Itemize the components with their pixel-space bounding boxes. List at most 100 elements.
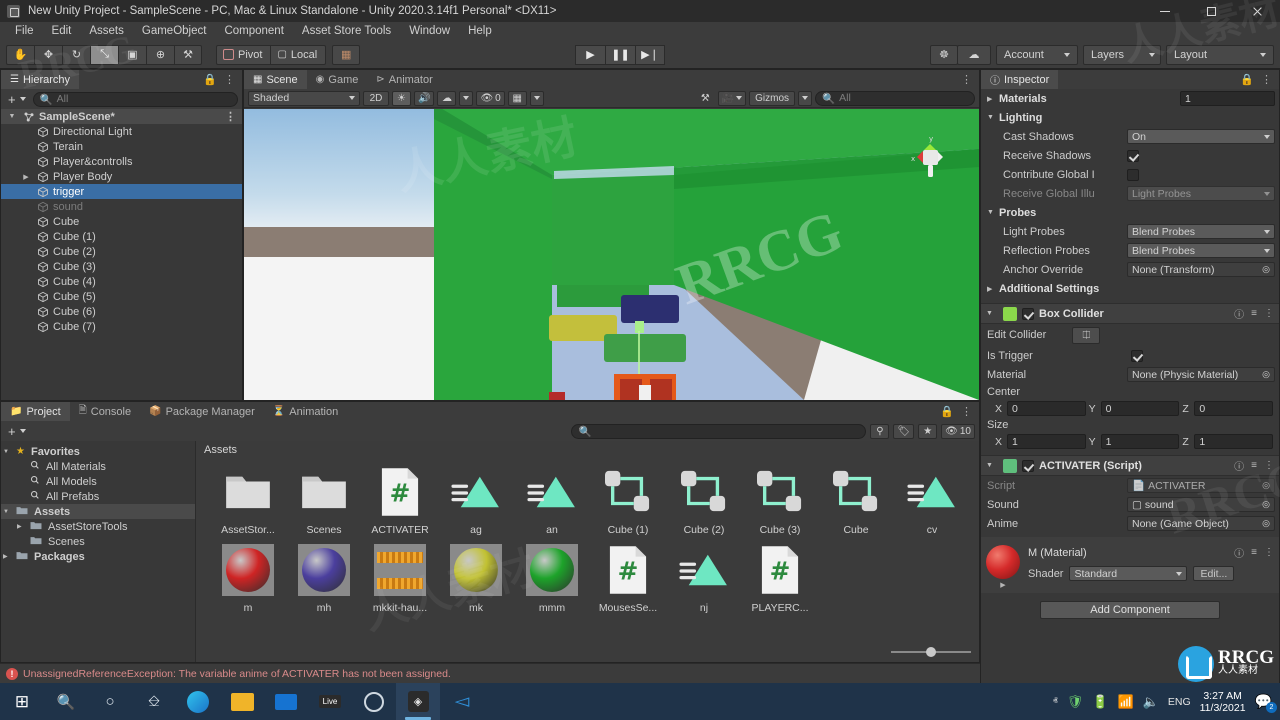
asset-item[interactable]: Cube (1) [590,464,666,536]
layers-dropdown[interactable]: Layers [1083,44,1161,65]
scene-camera-button[interactable]: 🎥 [717,90,747,106]
scene-lighting-toggle[interactable]: ☀ [392,90,411,106]
kebab-menu-icon[interactable]: ⋮ [225,110,242,123]
chevron-down-icon[interactable]: ▼ [3,449,9,455]
status-bar[interactable]: ! UnassignedReferenceException: The vari… [0,663,980,683]
materials-foldout[interactable]: ▶ Materials 1 [981,89,1279,108]
object-picker-icon[interactable]: ◎ [1262,264,1270,275]
hierarchy-item-directional-light[interactable]: Directional Light [1,124,242,139]
unity-taskbar-button[interactable]: ◈ [396,683,440,720]
create-asset-button[interactable]: + [5,424,29,439]
edit-collider-button[interactable]: ⎅ [1072,326,1101,344]
shading-mode-dropdown[interactable]: Shaded [248,90,360,106]
shader-edit-button[interactable]: Edit... [1193,566,1235,581]
project-tree-item-all-models[interactable]: All Models [1,474,195,489]
asset-item[interactable]: mkkit-hau... [362,542,438,614]
object-picker-icon[interactable]: ◎ [1262,369,1270,380]
scene-search-input[interactable]: 🔍 All [815,90,976,106]
account-dropdown[interactable]: Account [996,44,1078,65]
tray-expand-icon[interactable]: ⱏ [1053,696,1058,707]
project-folder-tree[interactable]: ▼ ★ Favorites All Materials All Models All Pr… [1,441,196,662]
hierarchy-item-cube-2[interactable]: Cube (2) [1,244,242,259]
activater-script-header[interactable]: ▼ ACTIVATER (Script) ⓘ ≡ ⋮ [981,455,1279,476]
cloud-button[interactable]: ☁ [957,44,991,65]
tab-project[interactable]: 📁 Project [1,402,70,421]
preset-icon[interactable]: ≡ [1251,547,1257,558]
asset-item[interactable]: mh [286,542,362,614]
kebab-menu-icon[interactable]: ⋮ [224,73,235,86]
scene-visibility-toggle[interactable]: 👁 0 [476,90,505,106]
pivot-toggle-button[interactable]: Pivot [216,44,271,65]
minimize-button[interactable] [1142,0,1188,22]
object-picker-icon[interactable]: ◎ [1262,518,1270,529]
tab-scene[interactable]: ▦ Scene [244,70,307,89]
scene-audio-toggle[interactable]: 🔊 [414,90,435,106]
lock-icon[interactable]: 🔒 [1240,73,1254,86]
box-collider-enabled-checkbox[interactable] [1022,307,1034,320]
project-tree-item-favorites[interactable]: ▼ ★ Favorites [1,444,195,459]
menu-window[interactable]: Window [400,22,459,41]
cast-shadows-dropdown[interactable]: On [1127,129,1275,144]
project-tree-item-assets[interactable]: ▼ Assets [1,504,195,519]
anchor-override-field[interactable]: None (Transform) ◎ [1127,262,1275,277]
lighting-foldout[interactable]: ▼ Lighting [981,108,1279,127]
asset-item[interactable]: cv [894,464,970,536]
thumbnail-size-slider[interactable] [891,646,971,658]
lock-icon[interactable]: 🔒 [940,405,954,418]
add-component-button[interactable]: Add Component [1040,601,1220,619]
hierarchy-item-trigger[interactable]: trigger [1,184,242,199]
preset-icon[interactable]: ≡ [1251,308,1257,319]
kebab-menu-icon[interactable]: ⋮ [1264,308,1274,319]
hidden-assets-button[interactable]: 👁 10 [941,423,975,439]
layout-dropdown[interactable]: Layout [1166,44,1274,65]
chevron-right-icon[interactable]: ▶ [3,553,8,560]
search-by-type-button[interactable]: ⚲ [870,423,890,439]
kebab-menu-icon[interactable]: ⋮ [961,405,972,418]
asset-item[interactable]: AssetStor... [210,464,286,536]
network-icon[interactable]: 📶 [1117,694,1133,710]
menu-edit[interactable]: Edit [43,22,81,41]
mail-button[interactable] [264,683,308,720]
chevron-right-icon[interactable]: ▶ [1000,581,1005,589]
obs-button[interactable] [352,683,396,720]
notifications-icon[interactable]: 💬 2 [1255,693,1277,713]
hierarchy-item-terain[interactable]: Terain [1,139,242,154]
rotate-tool-button[interactable]: ↻ [62,44,90,65]
asset-item[interactable]: Cube (2) [666,464,742,536]
slider-knob[interactable] [926,647,937,657]
start-button[interactable]: ⊞ [0,683,44,720]
asset-item[interactable]: ag [438,464,514,536]
rect-tool-button[interactable]: ▣ [118,44,146,65]
task-view-button[interactable]: ⎒ [132,683,176,720]
menu-help[interactable]: Help [459,22,501,41]
move-tool-button[interactable]: ✥ [34,44,62,65]
hierarchy-item-cube-5[interactable]: Cube (5) [1,289,242,304]
gizmos-button[interactable]: Gizmos [749,90,796,106]
project-search-input[interactable]: 🔍 [571,423,867,439]
center-y-field[interactable]: 0 [1100,401,1180,416]
materials-count-field[interactable]: 1 [1180,91,1275,106]
physic-material-field[interactable]: None (Physic Material) ◎ [1127,367,1275,382]
sound-value-field[interactable]: ▢ sound ◎ [1127,497,1275,512]
step-button[interactable]: ▶❘ [635,44,665,65]
close-button[interactable] [1234,0,1280,22]
asset-grid[interactable]: AssetStor... Scenes # ACTIVATER ag an Cube (1)… [196,458,979,620]
security-icon[interactable]: 🛡 [1067,694,1084,710]
hierarchy-item-player-controlls[interactable]: Player&controlls [1,154,242,169]
box-collider-header[interactable]: ▼ Box Collider ⓘ ≡ ⋮ [981,303,1279,324]
preset-icon[interactable]: ≡ [1251,460,1257,471]
shader-dropdown[interactable]: Standard [1069,566,1188,581]
size-x-field[interactable]: 1 [1007,434,1086,449]
hierarchy-item-cube-4[interactable]: Cube (4) [1,274,242,289]
probes-foldout[interactable]: ▼ Probes [981,203,1279,222]
help-icon[interactable]: ⓘ [1234,306,1244,321]
volume-icon[interactable]: 🔈 [1143,694,1159,710]
vscode-button[interactable]: ◅ [440,683,484,720]
size-y-field[interactable]: 1 [1100,434,1180,449]
tab-animator[interactable]: ⊳ Animator [367,70,442,89]
kebab-menu-icon[interactable]: ⋮ [1264,460,1274,471]
lock-icon[interactable]: 🔒 [203,73,217,86]
asset-item[interactable]: nj [666,542,742,614]
asset-item[interactable]: # MousesSe... [590,542,666,614]
tab-package-manager[interactable]: 📦 Package Manager [140,402,264,421]
